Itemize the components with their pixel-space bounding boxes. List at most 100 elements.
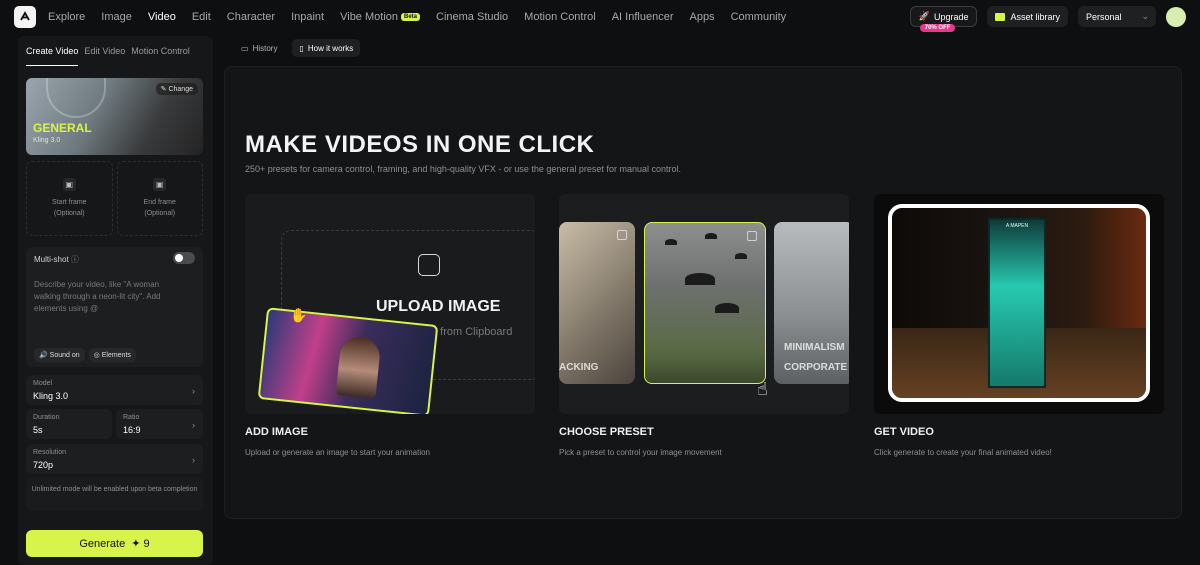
page-title: MAKE VIDEOS IN ONE CLICK [245, 131, 595, 158]
app-logo[interactable] [14, 6, 36, 28]
nav-apps[interactable]: Apps [689, 11, 714, 23]
unlimited-mode-note: Unlimited mode will be enabled upon beta… [26, 477, 203, 511]
duration-select[interactable]: Duration 5s [26, 409, 112, 439]
multishot-label: Multi-shot ⓘ [34, 254, 79, 265]
elements-button[interactable]: ◎ Elements [88, 348, 136, 362]
chevron-right-icon: › [192, 420, 195, 430]
sparkle-icon: ✦ [131, 538, 141, 550]
tab-motion-control[interactable]: Motion Control [131, 46, 190, 66]
nav-image[interactable]: Image [101, 11, 132, 23]
chevron-right-icon: › [192, 386, 195, 396]
multishot-toggle[interactable] [173, 252, 195, 264]
nav-ai-influencer[interactable]: AI Influencer [612, 11, 674, 23]
nav-cinema-studio[interactable]: Cinema Studio [436, 11, 508, 23]
resolution-select[interactable]: Resolution 720p › [26, 444, 203, 474]
step-desc-3: Click generate to create your final anim… [874, 448, 1052, 457]
step-card-get-video: A MAPEN [874, 194, 1164, 414]
tab-history[interactable]: ▭ History [234, 39, 284, 57]
portrait-illustration [335, 335, 382, 400]
upgrade-button[interactable]: 🚀 Upgrade 70% OFF [909, 6, 978, 32]
nav-video[interactable]: Video [148, 11, 176, 23]
ratio-label: Ratio [123, 414, 140, 421]
booth-sign: A MAPEN [1005, 223, 1029, 229]
resolution-label: Resolution [33, 449, 67, 456]
header-actions: 🚀 Upgrade 70% OFF Asset library Personal… [909, 6, 1186, 32]
nav-motion-control[interactable]: Motion Control [524, 11, 596, 23]
basketball-hoop-illustration [46, 78, 106, 118]
avatar[interactable] [1166, 6, 1186, 27]
elements-icon: ◎ [93, 352, 100, 359]
preset-label-1: ACKING [559, 362, 599, 373]
step-desc-1: Upload or generate an image to start you… [245, 448, 430, 457]
info-icon: ⓘ [70, 255, 79, 264]
change-preset-button[interactable]: ✎ Change [155, 83, 198, 95]
bird-mark [735, 253, 747, 259]
nav-community[interactable]: Community [731, 11, 787, 23]
preset-model: Kling 3.0 [33, 137, 61, 144]
history-label: History [252, 43, 278, 53]
chevron-down-icon: ⌄ [1141, 11, 1150, 21]
model-value: Kling 3.0 [33, 391, 69, 401]
duration-value: 5s [33, 425, 43, 435]
resolution-value: 720p [33, 460, 54, 470]
pointer-cursor-icon: ☝ [757, 379, 768, 399]
image-icon: ▣ [153, 178, 167, 191]
result-video-preview: A MAPEN [888, 204, 1150, 402]
start-frame-hint: (Optional) [53, 210, 85, 217]
sample-photo [257, 307, 439, 414]
rocket-icon: 🚀 [918, 11, 930, 21]
book-icon: ▯ [299, 43, 304, 53]
nav-edit[interactable]: Edit [192, 11, 211, 23]
prompt-input[interactable]: Describe your video, like "A woman walki… [34, 279, 184, 315]
create-video-panel: Create Video Edit Video Motion Control ✎… [18, 36, 213, 565]
image-icon: ▣ [62, 178, 76, 191]
main-nav: Explore Image Video Edit Character Inpai… [48, 11, 786, 23]
generate-button[interactable]: Generate ✦ 9 [26, 530, 203, 557]
nav-vibe-motion-label: Vibe Motion [340, 11, 398, 23]
end-frame-upload[interactable]: ▣ End frame (Optional) [116, 161, 203, 236]
nav-explore[interactable]: Explore [48, 11, 85, 23]
tab-edit-video[interactable]: Edit Video [84, 46, 125, 66]
preset-name: GENERAL [33, 121, 92, 135]
tab-how-it-works[interactable]: ▯ How it works [292, 39, 361, 57]
ratio-value: 16:9 [123, 425, 141, 435]
preset-label-2: MINIMALISM [784, 342, 845, 353]
phone-booth-illustration: A MAPEN [988, 218, 1046, 388]
preset-thumb-3: MINIMALISM CORPORATE [774, 222, 849, 384]
generate-label: Generate [79, 537, 126, 550]
start-frame-label: Start frame [51, 199, 87, 206]
start-frame-upload[interactable]: ▣ Start frame (Optional) [26, 161, 113, 236]
nav-vibe-motion[interactable]: Vibe Motion Beta [340, 11, 421, 23]
step-card-choose-preset: ACKING MINIMALISM CORPORATE ☝ [559, 194, 849, 414]
sound-label: Sound on [49, 352, 80, 359]
credits-cost: ✦ 9 [131, 537, 149, 550]
prompt-chips: 🔊 Sound on ◎ Elements [34, 348, 136, 362]
workspace-select[interactable]: Personal ⌄ [1078, 6, 1156, 27]
bird-mark [705, 233, 717, 239]
step-title-1: ADD IMAGE [245, 426, 308, 438]
bird-mark [715, 303, 739, 313]
image-icon [617, 230, 627, 240]
step-card-add-image: UPLOAD IMAGE Paste from Clipboard ✋ [245, 194, 535, 414]
bird-mark [665, 239, 677, 245]
bird-mark [685, 273, 715, 285]
model-select[interactable]: Model Kling 3.0 › [26, 375, 203, 405]
preset-card[interactable]: ✎ Change GENERAL Kling 3.0 [26, 78, 203, 155]
sound-toggle[interactable]: 🔊 Sound on [34, 348, 85, 362]
nav-character[interactable]: Character [227, 11, 275, 23]
grab-cursor-icon: ✋ [290, 307, 308, 323]
workspace-label: Personal [1086, 11, 1122, 22]
nav-inpaint[interactable]: Inpaint [291, 11, 324, 23]
beta-badge: Beta [401, 13, 421, 21]
asset-library-button[interactable]: Asset library [987, 6, 1068, 27]
prompt-box: Multi-shot ⓘ Describe your video, like "… [26, 247, 203, 367]
speaker-icon: 🔊 [39, 352, 48, 359]
discount-badge: 70% OFF [919, 24, 956, 32]
credits-value: 9 [143, 538, 150, 550]
how-it-works-panel: MAKE VIDEOS IN ONE CLICK 250+ presets fo… [224, 66, 1182, 519]
folder-icon [995, 12, 1006, 21]
ratio-select[interactable]: Ratio 16:9 › [116, 409, 203, 439]
sidebar-tabs: Create Video Edit Video Motion Control [18, 36, 213, 66]
preset-thumb-2 [644, 222, 766, 384]
tab-create-video[interactable]: Create Video [26, 46, 79, 66]
